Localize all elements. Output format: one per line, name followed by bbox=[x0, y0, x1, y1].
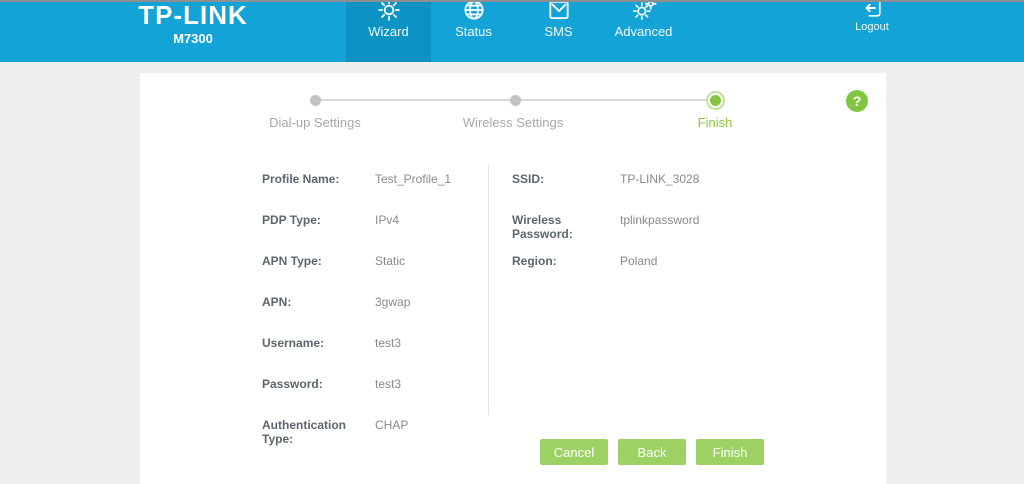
summary-row: Username:test3 bbox=[262, 336, 482, 377]
finish-button[interactable]: Finish bbox=[696, 439, 764, 465]
field-label: SSID: bbox=[512, 172, 620, 186]
step-label-wireless: Wireless Settings bbox=[433, 115, 593, 130]
back-button[interactable]: Back bbox=[618, 439, 686, 465]
wizard-finish-panel: ? Dial-up Settings Wireless Settings Fin… bbox=[140, 73, 886, 484]
tab-advanced[interactable]: Advanced bbox=[601, 2, 686, 62]
field-value: IPv4 bbox=[375, 213, 399, 227]
field-value: Poland bbox=[620, 254, 657, 268]
field-label: Password: bbox=[262, 377, 375, 391]
step-dot-finish-current bbox=[710, 95, 721, 106]
field-label: Region: bbox=[512, 254, 620, 268]
brand-logo: TP-LINK M7300 bbox=[133, 2, 253, 46]
field-value: tplinkpassword bbox=[620, 213, 699, 227]
brand-name: TP-LINK bbox=[133, 2, 253, 28]
summary-row: Wireless Password:tplinkpassword bbox=[512, 213, 742, 254]
main-nav: Wizard Status SMS bbox=[346, 2, 686, 62]
summary-column-dialup: Profile Name:Test_Profile_1 PDP Type:IPv… bbox=[262, 172, 482, 459]
field-label: Username: bbox=[262, 336, 375, 350]
gear-icon bbox=[376, 2, 402, 23]
step-label-dialup: Dial-up Settings bbox=[235, 115, 395, 130]
globe-icon bbox=[461, 2, 487, 23]
step-dot-wireless bbox=[510, 95, 521, 106]
field-value: 3gwap bbox=[375, 295, 410, 309]
gears-icon bbox=[631, 2, 657, 23]
window-top-edge bbox=[0, 0, 1024, 2]
field-value: TP-LINK_3028 bbox=[620, 172, 699, 186]
top-navigation-bar: TP-LINK M7300 Wizard Status bbox=[0, 2, 1024, 62]
brand-model: M7300 bbox=[133, 31, 253, 46]
tab-sms-label: SMS bbox=[544, 24, 572, 39]
field-value: Static bbox=[375, 254, 405, 268]
field-label: Profile Name: bbox=[262, 172, 375, 186]
summary-row: APN:3gwap bbox=[262, 295, 482, 336]
summary-row: Region:Poland bbox=[512, 254, 742, 295]
help-icon[interactable]: ? bbox=[846, 90, 868, 112]
logout-button[interactable]: Logout bbox=[842, 2, 902, 62]
column-divider bbox=[488, 165, 489, 415]
step-dot-dialup bbox=[310, 95, 321, 106]
summary-column-wireless: SSID:TP-LINK_3028 Wireless Password:tpli… bbox=[512, 172, 742, 295]
tab-wizard[interactable]: Wizard bbox=[346, 2, 431, 62]
field-label: PDP Type: bbox=[262, 213, 375, 227]
summary-row: PDP Type:IPv4 bbox=[262, 213, 482, 254]
step-label-finish: Finish bbox=[635, 115, 795, 130]
tab-status[interactable]: Status bbox=[431, 2, 516, 62]
field-label: Authentication Type: bbox=[262, 418, 375, 446]
field-value: test3 bbox=[375, 377, 401, 391]
tab-wizard-label: Wizard bbox=[368, 24, 408, 39]
field-value: Test_Profile_1 bbox=[375, 172, 451, 186]
logout-icon bbox=[861, 2, 883, 19]
field-label: APN: bbox=[262, 295, 375, 309]
summary-row: Profile Name:Test_Profile_1 bbox=[262, 172, 482, 213]
envelope-icon bbox=[546, 2, 572, 23]
field-value: CHAP bbox=[375, 418, 408, 432]
tab-sms[interactable]: SMS bbox=[516, 2, 601, 62]
field-label: Wireless Password: bbox=[512, 213, 620, 241]
summary-row: Authentication Type:CHAP bbox=[262, 418, 482, 459]
tab-advanced-label: Advanced bbox=[615, 24, 673, 39]
logout-label: Logout bbox=[855, 21, 889, 33]
field-label: APN Type: bbox=[262, 254, 375, 268]
summary-row: APN Type:Static bbox=[262, 254, 482, 295]
cancel-button[interactable]: Cancel bbox=[540, 439, 608, 465]
summary-row: SSID:TP-LINK_3028 bbox=[512, 172, 742, 213]
field-value: test3 bbox=[375, 336, 401, 350]
summary-row: Password:test3 bbox=[262, 377, 482, 418]
tab-status-label: Status bbox=[455, 24, 492, 39]
wizard-actions: Cancel Back Finish bbox=[540, 439, 764, 465]
